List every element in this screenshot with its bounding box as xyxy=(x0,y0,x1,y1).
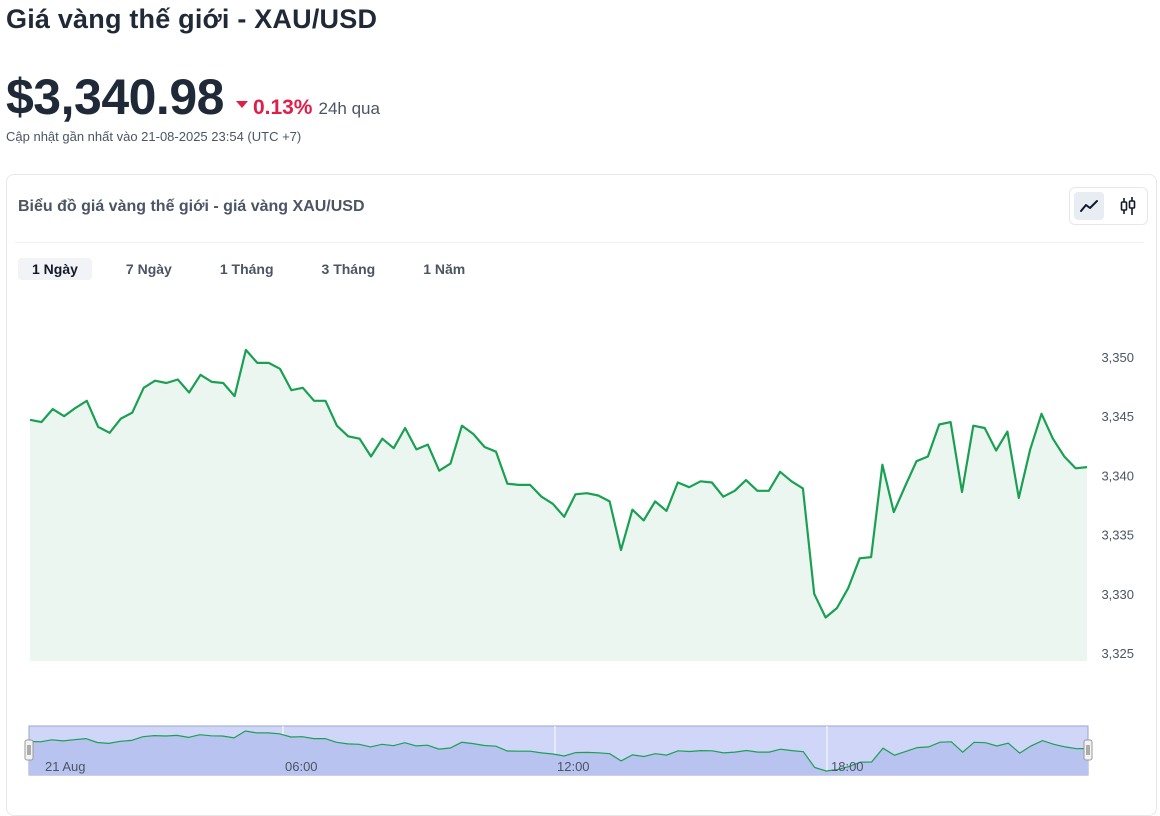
navigator-time-label: 06:00 xyxy=(285,759,318,774)
navigator-time-label: 21 Aug xyxy=(45,759,86,774)
y-tick-label: 3,345 xyxy=(1101,409,1134,424)
navigator-time-label: 18:00 xyxy=(831,759,864,774)
y-axis: 3,325 3,330 3,335 3,340 3,345 3,350 xyxy=(1101,350,1134,661)
navigator-time-label: 12:00 xyxy=(557,759,590,774)
range-navigator[interactable]: 21 Aug 06:00 12:00 18:00 xyxy=(24,725,1093,776)
navigator-left-handle[interactable] xyxy=(24,739,34,761)
y-tick-label: 3,340 xyxy=(1101,468,1134,483)
y-tick-label: 3,325 xyxy=(1101,646,1134,661)
y-tick-label: 3,335 xyxy=(1101,528,1134,543)
price-area-fill xyxy=(30,349,1087,661)
navigator-right-handle[interactable] xyxy=(1083,739,1093,761)
y-tick-label: 3,350 xyxy=(1101,350,1134,365)
y-tick-label: 3,330 xyxy=(1101,587,1134,602)
main-plot xyxy=(29,348,1088,661)
price-chart: 3,325 3,330 3,335 3,340 3,345 3,350 21 Aug 06:… xyxy=(24,348,1134,776)
